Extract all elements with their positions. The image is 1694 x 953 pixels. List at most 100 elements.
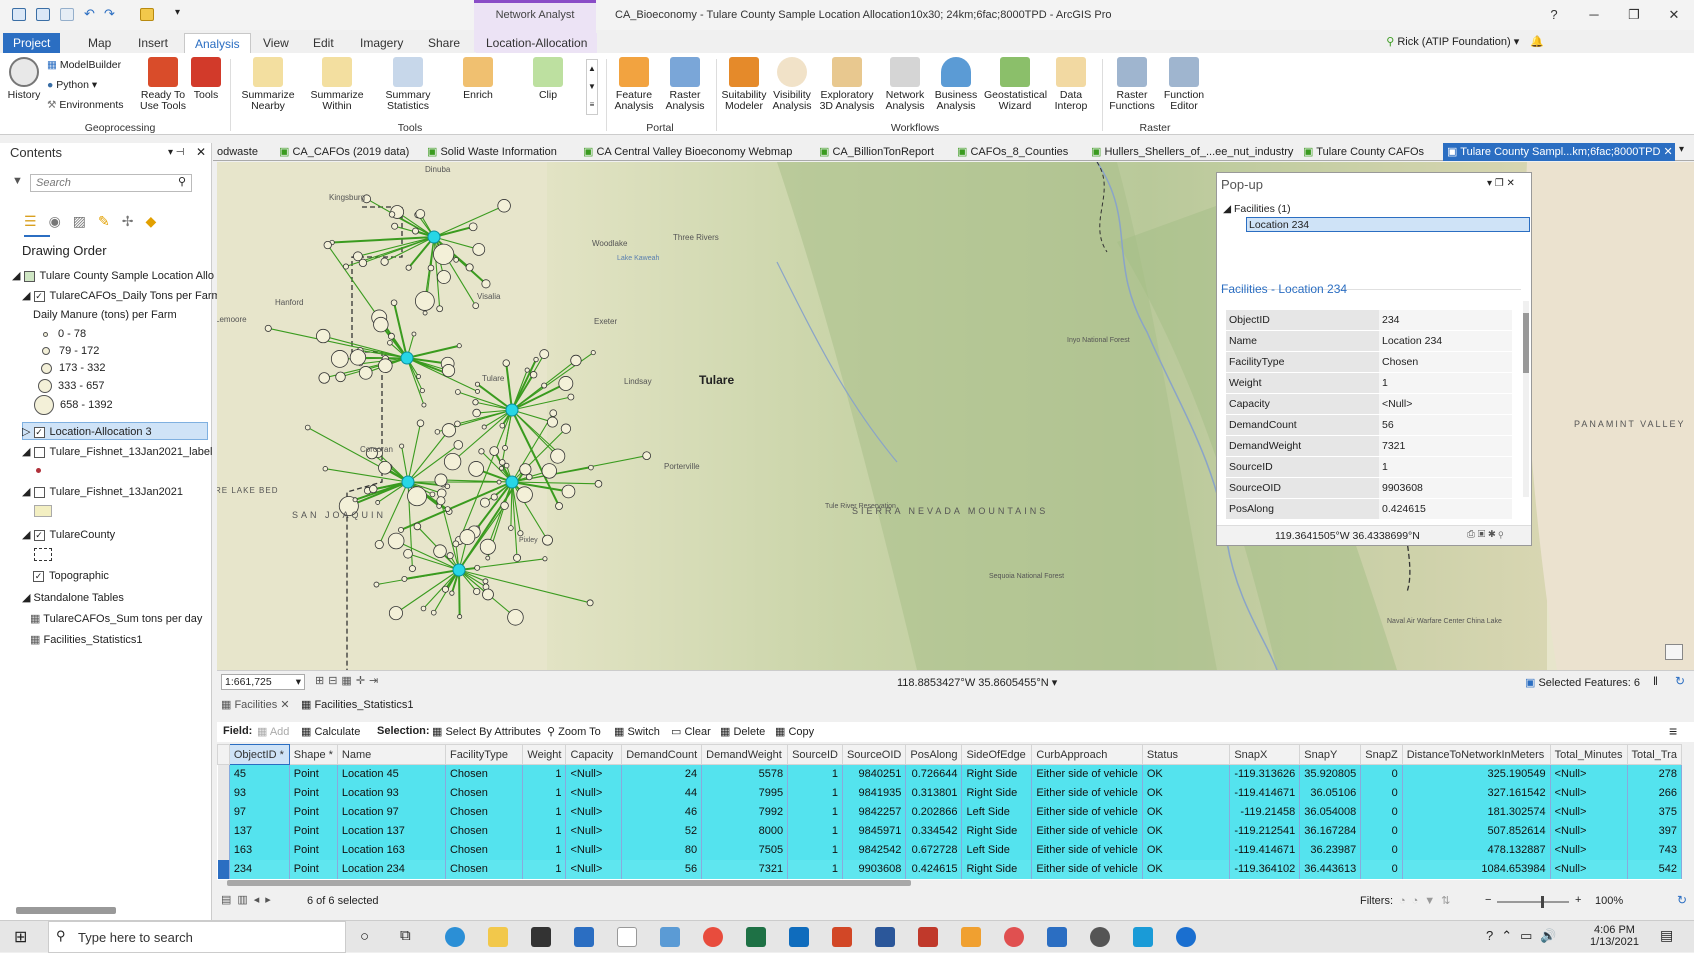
close-tab-icon[interactable]: ✕ bbox=[1663, 146, 1672, 158]
close-window-button[interactable]: ✕ bbox=[1658, 5, 1690, 25]
copy-button[interactable]: ▦ Copy bbox=[775, 725, 814, 738]
demand-point[interactable] bbox=[433, 244, 453, 264]
refresh-icon[interactable]: ↻ bbox=[1675, 674, 1685, 688]
demand-point[interactable] bbox=[500, 423, 505, 428]
table-cell[interactable]: 542 bbox=[1627, 860, 1682, 879]
mail-icon[interactable] bbox=[574, 927, 594, 947]
table-cell[interactable]: Either side of vehicle bbox=[1032, 784, 1143, 803]
demand-point[interactable] bbox=[483, 579, 488, 584]
table-cell[interactable]: Location 163 bbox=[337, 841, 445, 860]
save-icon[interactable] bbox=[60, 8, 74, 21]
table-cell[interactable]: 1 bbox=[523, 841, 566, 860]
demand-point[interactable] bbox=[542, 383, 547, 388]
demand-point[interactable] bbox=[409, 565, 415, 571]
column-header[interactable]: Weight bbox=[523, 745, 566, 765]
table-cell[interactable]: 478.132887 bbox=[1402, 841, 1550, 860]
table-tab-facilities[interactable]: ▦ Facilities ✕ bbox=[221, 698, 290, 711]
demand-point[interactable] bbox=[450, 591, 454, 595]
demand-point[interactable] bbox=[475, 565, 480, 570]
demand-point[interactable] bbox=[404, 549, 413, 558]
table-cell[interactable]: 7321 bbox=[702, 860, 788, 879]
demand-point[interactable] bbox=[400, 444, 404, 448]
demand-point[interactable] bbox=[387, 340, 392, 345]
app-icon[interactable] bbox=[1176, 927, 1196, 947]
tools-button[interactable]: Tools bbox=[186, 53, 226, 101]
table-tab-statistics[interactable]: ▦ Facilities_Statistics1 bbox=[301, 698, 414, 711]
map-tab[interactable]: ▣ CA_BillionTonReport bbox=[815, 143, 938, 161]
demand-point[interactable] bbox=[475, 382, 479, 386]
table-cell[interactable]: 1 bbox=[523, 860, 566, 879]
pause-drawing-icon[interactable]: ‖ bbox=[1653, 674, 1658, 688]
history-button[interactable]: History bbox=[0, 53, 52, 101]
edge-icon[interactable] bbox=[445, 927, 465, 947]
demand-point[interactable] bbox=[550, 410, 557, 417]
zoom-slider[interactable] bbox=[1497, 901, 1569, 903]
table-cell[interactable]: OK bbox=[1142, 765, 1229, 784]
row-selector[interactable] bbox=[218, 784, 230, 803]
popup-facilities-node[interactable]: ◢ Facilities (1) bbox=[1223, 203, 1291, 215]
table-cell[interactable]: 9840251 bbox=[842, 765, 905, 784]
demand-point[interactable] bbox=[416, 209, 425, 218]
layer-tulare-county[interactable]: ◢ ✓TulareCounty bbox=[22, 528, 115, 541]
demand-point[interactable] bbox=[547, 417, 557, 427]
table-cell[interactable]: Either side of vehicle bbox=[1032, 765, 1143, 784]
notification-bell-icon[interactable]: 🔔 bbox=[1530, 36, 1544, 48]
map-node[interactable]: ◢ Tulare County Sample Location Allo bbox=[12, 269, 214, 282]
table-cell[interactable]: -119.414671 bbox=[1230, 784, 1300, 803]
table-cell[interactable]: Either side of vehicle bbox=[1032, 803, 1143, 822]
table-cell[interactable]: Location 234 bbox=[337, 860, 445, 879]
map-nav-tools[interactable]: ⊞⊟▦✛⇥ bbox=[315, 674, 382, 687]
tab-insert[interactable]: Insert bbox=[128, 33, 178, 53]
table-cell[interactable]: 36.054008 bbox=[1300, 803, 1361, 822]
table-cell[interactable]: Location 137 bbox=[337, 822, 445, 841]
table-cell[interactable]: 9845971 bbox=[842, 822, 905, 841]
chrome-icon[interactable] bbox=[703, 927, 723, 947]
demand-point[interactable] bbox=[480, 498, 489, 507]
table-cell[interactable]: 0.202866 bbox=[906, 803, 962, 822]
table-cell[interactable]: 9903608 bbox=[842, 860, 905, 879]
demand-point[interactable] bbox=[359, 366, 372, 379]
delete-button[interactable]: ▦ Delete bbox=[720, 725, 765, 738]
zoom-out-icon[interactable]: − bbox=[1485, 894, 1491, 906]
table-cell[interactable]: <Null> bbox=[566, 784, 622, 803]
demand-point[interactable] bbox=[435, 430, 440, 435]
layer-cafos[interactable]: ◢ ✓TulareCAFOs_Daily Tons per Farm bbox=[22, 289, 221, 302]
popup-window-controls[interactable]: ▾ ❐ ✕ bbox=[1487, 178, 1515, 189]
select-by-attributes-button[interactable]: ▦ Select By Attributes bbox=[432, 725, 541, 738]
table-cell[interactable]: Location 93 bbox=[337, 784, 445, 803]
table-cell[interactable]: 0.726644 bbox=[906, 765, 962, 784]
demand-point[interactable] bbox=[412, 332, 416, 336]
demand-point[interactable] bbox=[473, 243, 485, 255]
table-cell[interactable]: 1 bbox=[523, 803, 566, 822]
table-cell[interactable]: 35.920805 bbox=[1300, 765, 1361, 784]
table-cell[interactable]: Either side of vehicle bbox=[1032, 860, 1143, 879]
list-by-selection-icon[interactable]: ▨ bbox=[73, 213, 86, 233]
demand-point[interactable] bbox=[454, 441, 463, 450]
raster-analysis-button[interactable]: Raster Analysis bbox=[657, 53, 713, 112]
table-cell[interactable]: 1 bbox=[523, 822, 566, 841]
demand-point[interactable] bbox=[503, 360, 510, 367]
table-menu-icon[interactable]: ≡ bbox=[1669, 723, 1677, 739]
word-icon[interactable] bbox=[875, 927, 895, 947]
demand-point[interactable] bbox=[473, 588, 479, 594]
list-by-snapping-icon[interactable]: ✢ bbox=[122, 213, 134, 233]
close-pane-icon[interactable]: ✕ bbox=[196, 145, 206, 159]
demand-point[interactable] bbox=[420, 388, 424, 392]
demand-point[interactable] bbox=[559, 376, 573, 390]
demand-point[interactable] bbox=[508, 526, 513, 531]
demand-point[interactable] bbox=[643, 452, 651, 460]
demand-point[interactable] bbox=[431, 610, 436, 615]
demand-point[interactable] bbox=[422, 403, 426, 407]
business-analysis-button[interactable]: Business Analysis bbox=[928, 53, 984, 112]
table-cell[interactable]: -119.364102 bbox=[1230, 860, 1300, 879]
table-cell[interactable]: OK bbox=[1142, 841, 1229, 860]
demand-point[interactable] bbox=[520, 464, 531, 475]
help-icon[interactable]: ? bbox=[1538, 5, 1570, 25]
column-header[interactable]: Total_Minutes bbox=[1550, 745, 1627, 765]
table-cell[interactable]: 8000 bbox=[702, 822, 788, 841]
table-cell[interactable]: Left Side bbox=[962, 803, 1032, 822]
modelbuilder-button[interactable]: ▦ ModelBuilder bbox=[47, 59, 121, 71]
table-cell[interactable]: 36.23987 bbox=[1300, 841, 1361, 860]
demand-point[interactable] bbox=[391, 300, 397, 306]
list-by-editing-icon[interactable]: ✎ bbox=[98, 213, 110, 233]
